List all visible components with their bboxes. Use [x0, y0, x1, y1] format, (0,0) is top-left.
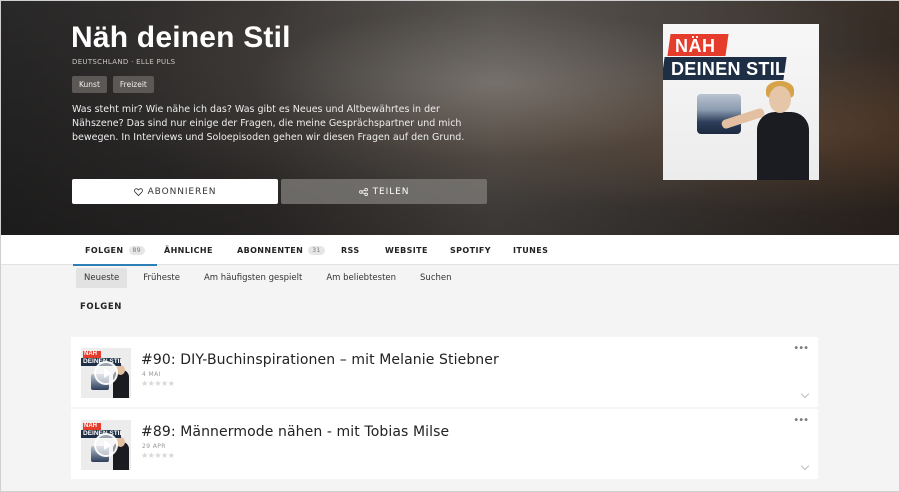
- episode-item[interactable]: NÄH DEINEN STIL #90: DIY-Buchinspiration…: [71, 337, 818, 407]
- episode-title[interactable]: #89: Männermode nähen - mit Tobias Milse: [141, 424, 449, 440]
- episode-thumbnail[interactable]: NÄH DEINEN STIL: [81, 420, 131, 470]
- cover-title-line1: NÄH: [675, 36, 716, 56]
- more-dots-icon[interactable]: •••: [793, 415, 809, 426]
- chevron-down-icon[interactable]: [800, 461, 810, 471]
- rating-stars[interactable]: ★★★★★: [141, 451, 175, 460]
- episode-thumbnail[interactable]: NÄH DEINEN STIL: [81, 348, 131, 398]
- share-label: TEILEN: [372, 186, 410, 197]
- episode-date: 29 APR: [142, 443, 166, 450]
- subscribe-label: ABONNIEREN: [147, 186, 217, 197]
- sort-neueste[interactable]: Neueste: [76, 268, 128, 288]
- sort-frueheste[interactable]: Früheste: [135, 268, 188, 288]
- tab-bar: FOLGEN 89 ÄHNLICHE ABONNENTEN 31 RSS WEB…: [1, 235, 899, 266]
- podcast-header: Näh deinen Stil DEUTSCHLAND · ELLE PULS …: [1, 1, 899, 235]
- section-title: FOLGEN: [80, 302, 122, 312]
- sort-most-played[interactable]: Am häufigsten gespielt: [196, 268, 310, 288]
- podcast-cover-image: NÄH DEINEN STIL: [663, 24, 819, 180]
- share-icon: [358, 187, 368, 196]
- heart-icon: [133, 187, 143, 196]
- episode-item[interactable]: NÄH DEINEN STIL #89: Männermode nähen - …: [71, 409, 818, 479]
- tab-aehnliche[interactable]: ÄHNLICHE: [164, 235, 213, 265]
- category-tags: Kunst Freizeit: [72, 76, 154, 93]
- tab-website[interactable]: WEBSITE: [385, 235, 428, 265]
- podcast-description: Was steht mir? Wie nähe ich das? Was gib…: [72, 104, 465, 143]
- sort-search[interactable]: Suchen: [412, 268, 459, 288]
- tag-kunst[interactable]: Kunst: [72, 76, 107, 93]
- chevron-down-icon[interactable]: [800, 389, 810, 399]
- podcast-title: Näh deinen Stil: [71, 21, 291, 54]
- rating-stars[interactable]: ★★★★★: [141, 379, 175, 388]
- share-button[interactable]: TEILEN: [281, 179, 487, 204]
- cover-title-line2: DEINEN STIL: [671, 59, 787, 79]
- tab-abonnenten[interactable]: ABONNENTEN 31: [237, 235, 325, 265]
- sort-options: Neueste Früheste Am häufigsten gespielt …: [76, 268, 468, 288]
- tab-rss[interactable]: RSS: [341, 235, 360, 265]
- tab-spotify[interactable]: SPOTIFY: [450, 235, 491, 265]
- sort-most-popular[interactable]: Am beliebtesten: [318, 268, 404, 288]
- tab-itunes[interactable]: ITUNES: [513, 235, 548, 265]
- tab-folgen[interactable]: FOLGEN 89: [73, 235, 157, 266]
- episode-count-badge: 89: [128, 245, 145, 255]
- episode-title[interactable]: #90: DIY-Buchinspirationen – mit Melanie…: [141, 352, 499, 368]
- episode-date: 4 MAI: [142, 371, 161, 378]
- subscriber-count-badge: 31: [308, 245, 325, 255]
- folded-clothes-graphic: [697, 94, 741, 134]
- more-dots-icon[interactable]: •••: [793, 343, 809, 354]
- podcast-meta: DEUTSCHLAND · ELLE PULS: [72, 58, 176, 66]
- play-icon[interactable]: [94, 361, 118, 385]
- tag-freizeit[interactable]: Freizeit: [112, 76, 154, 93]
- play-icon[interactable]: [94, 433, 118, 457]
- subscribe-button[interactable]: ABONNIEREN: [72, 179, 278, 204]
